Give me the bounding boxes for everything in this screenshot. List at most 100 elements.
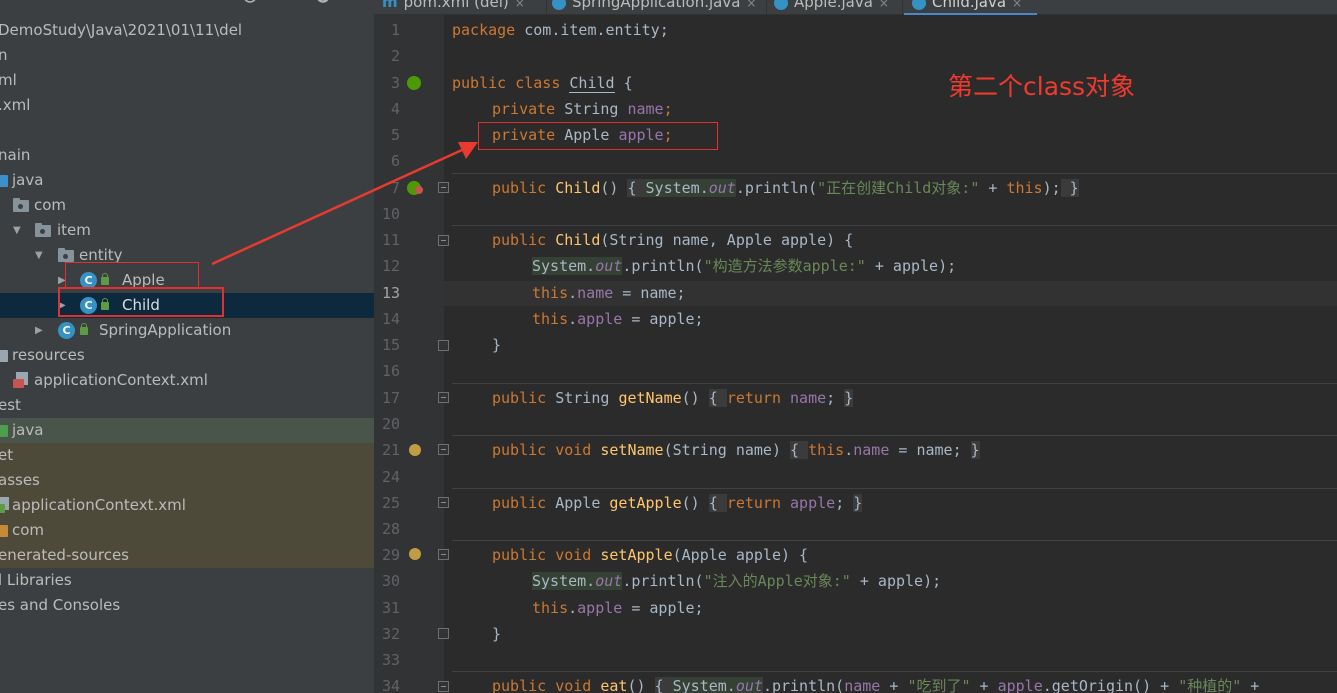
- close-icon[interactable]: ×: [1012, 0, 1022, 10]
- locate-icon[interactable]: [244, 0, 256, 3]
- tree-row-item[interactable]: ▼ item: [0, 218, 374, 243]
- code-line: public void setName(String name) { this.…: [492, 441, 980, 459]
- tree-label: com: [12, 521, 45, 539]
- tree-row-test-java[interactable]: java: [0, 418, 374, 443]
- lock-icon: [80, 323, 88, 335]
- highlight-box-field: [478, 122, 718, 150]
- expand-arrow-icon[interactable]: ▼: [13, 218, 21, 243]
- project-root-row[interactable]: DemoStudy\Java\2021\01\11\del: [0, 18, 374, 43]
- tree-row-generated-sources[interactable]: enerated-sources: [0, 543, 374, 568]
- code-line: public class Child {: [452, 74, 633, 93]
- expand-arrow-icon[interactable]: ▼: [35, 243, 43, 268]
- tree-row-iml[interactable]: ml: [0, 68, 374, 93]
- line-number: 30: [381, 572, 400, 590]
- tree-row-classes[interactable]: asses: [0, 468, 374, 493]
- tree-label: java: [12, 421, 44, 439]
- close-icon[interactable]: ×: [515, 0, 525, 10]
- gear-icon[interactable]: [317, 0, 329, 3]
- tree-label: com: [34, 196, 67, 214]
- code-line: this.apple = apple;: [532, 310, 704, 328]
- line-number: 31: [381, 599, 400, 617]
- fold-marker-icon[interactable]: [438, 340, 449, 351]
- line-number: 6: [390, 152, 400, 170]
- line-number: 3: [390, 74, 400, 92]
- tree-row-test[interactable]: est: [0, 393, 374, 418]
- code-line: this.apple = apple;: [532, 599, 704, 617]
- fold-marker-icon[interactable]: [438, 392, 449, 403]
- tree-row-com[interactable]: com: [0, 193, 374, 218]
- tree-row-resources[interactable]: resources: [0, 343, 374, 368]
- tree-row-main[interactable]: nain: [0, 143, 374, 168]
- package-icon: [13, 198, 29, 212]
- class-icon: [912, 0, 926, 10]
- project-tool-window: DemoStudy\Java\2021\01\11\del n ml .xml …: [0, 0, 374, 693]
- tab-pom-xml[interactable]: m pom.xml (del) ×: [382, 0, 525, 14]
- close-icon[interactable]: ×: [746, 0, 756, 10]
- code-line: package com.item.entity;: [452, 21, 669, 39]
- tab-label: Child.java: [932, 0, 1007, 11]
- tree-label: nain: [0, 146, 31, 164]
- tree-row-folder[interactable]: n: [0, 43, 374, 68]
- code-line: this.name = name;: [532, 284, 686, 302]
- code-line: public void eat() { System.out.println(n…: [492, 677, 1269, 693]
- tab-label: Apple.java: [794, 0, 873, 11]
- tree-row-classes-com[interactable]: com: [0, 518, 374, 543]
- code-line: public Apple getApple() { return apple; …: [492, 494, 863, 512]
- tree-label: SpringApplication: [99, 321, 232, 339]
- line-number: 34: [381, 677, 400, 693]
- line-number: 21: [381, 441, 400, 459]
- line-number: 4: [390, 100, 400, 118]
- tree-row-springapplication[interactable]: ▶ C SpringApplication: [0, 318, 374, 343]
- fold-marker-icon[interactable]: [438, 497, 449, 508]
- tree-label: applicationContext.xml: [12, 496, 186, 514]
- tree-label: .xml: [0, 96, 31, 114]
- excluded-folder-icon: [0, 525, 8, 537]
- line-number: 10: [381, 205, 400, 223]
- highlight-box-child: [58, 287, 224, 317]
- fold-marker-icon[interactable]: [438, 182, 449, 193]
- code-line: public Child(String name, Apple apple) {: [492, 231, 854, 249]
- fold-marker-icon[interactable]: [438, 628, 449, 639]
- line-number: 7: [390, 179, 400, 197]
- code-line: }: [492, 625, 502, 643]
- run-icon[interactable]: [407, 76, 421, 90]
- line-number: 29: [381, 546, 400, 564]
- fold-marker-icon[interactable]: [438, 444, 449, 455]
- tree-row-applicationcontext[interactable]: applicationContext.xml: [0, 368, 374, 393]
- class-icon: C: [58, 322, 75, 339]
- tab-label: pom.xml (del): [403, 0, 509, 11]
- tree-label: est: [0, 396, 21, 414]
- collapse-arrow-icon[interactable]: ▶: [35, 318, 43, 343]
- line-number: 33: [381, 651, 400, 669]
- line-number: 28: [381, 520, 400, 538]
- test-folder-icon: [0, 425, 8, 437]
- spring-xml-icon: [0, 497, 10, 514]
- fold-marker-icon[interactable]: [438, 681, 449, 692]
- fold-marker-icon[interactable]: [438, 549, 449, 560]
- class-icon: [552, 0, 566, 10]
- line-number: 32: [381, 625, 400, 643]
- tree-row-classes-xml[interactable]: applicationContext.xml: [0, 493, 374, 518]
- tree-row-scratches[interactable]: es and Consoles: [0, 593, 374, 618]
- tree-label: et: [0, 446, 14, 464]
- code-line: System.out.println("注入的Apple对象:" + apple…: [532, 572, 942, 590]
- tab-springapplication[interactable]: SpringApplication.java ×: [552, 0, 756, 14]
- line-number: 14: [381, 310, 400, 328]
- line-number: 15: [381, 336, 400, 354]
- tree-row-java[interactable]: java: [0, 168, 374, 193]
- tree-label: applicationContext.xml: [34, 371, 208, 389]
- tree-row-pom[interactable]: .xml: [0, 93, 374, 118]
- tree-row-external-libraries[interactable]: l Libraries: [0, 568, 374, 593]
- line-number: 20: [381, 415, 400, 433]
- property-icon[interactable]: [409, 444, 421, 456]
- project-path: DemoStudy\Java\2021\01\11\del: [0, 21, 243, 39]
- property-icon[interactable]: [409, 548, 421, 560]
- project-toolbar: [244, 0, 329, 3]
- fold-marker-icon[interactable]: [438, 235, 449, 246]
- line-number: 16: [381, 362, 400, 380]
- tab-apple[interactable]: Apple.java ×: [774, 0, 889, 14]
- tree-row-target[interactable]: et: [0, 443, 374, 468]
- line-number: 17: [381, 389, 400, 407]
- close-icon[interactable]: ×: [879, 0, 889, 10]
- editor-tabs: m pom.xml (del) × SpringApplication.java × …: [374, 0, 1337, 15]
